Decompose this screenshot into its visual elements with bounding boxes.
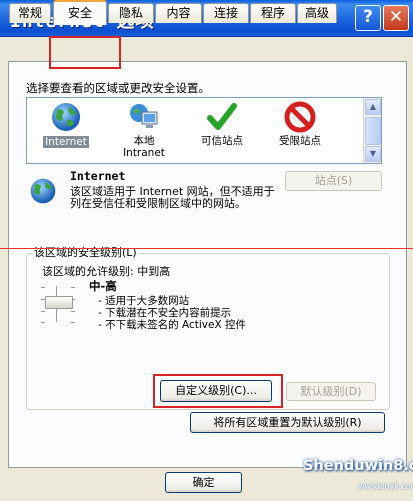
slider-tick xyxy=(71,287,75,288)
help-button[interactable]: ? xyxy=(355,5,381,31)
globe-icon xyxy=(52,103,80,131)
level-name: 中-高 xyxy=(89,279,117,293)
scroll-thumb[interactable] xyxy=(365,117,381,145)
zone-label-line1: 本地 xyxy=(133,135,155,147)
tab-advanced[interactable]: 高级 xyxy=(297,3,337,23)
no-entry-icon xyxy=(284,101,316,133)
level-bullet: - 不下载未签名的 ActiveX 控件 xyxy=(98,319,246,331)
tab-security[interactable]: 安全 xyxy=(53,0,107,25)
zone-restricted-sites[interactable]: 受限站点 xyxy=(261,100,339,160)
default-level-button[interactable]: 默认级别(D) xyxy=(286,382,376,401)
level-bullet: - 适用于大多数网站 xyxy=(98,295,190,307)
zone-internet[interactable]: Internet xyxy=(27,100,105,160)
reset-all-zones-button[interactable]: 将所有区域重置为默认级别(R) xyxy=(190,412,385,433)
level-bullet: - 下载潜在不安全内容前提示 xyxy=(98,307,232,319)
slider-tick xyxy=(41,287,45,288)
close-button[interactable]: ✕ xyxy=(383,5,409,31)
internet-options-dialog: Internet 选项 ? ✕ 常规 安全 隐私 内容 连接 程序 高级 选择要… xyxy=(0,0,413,501)
sites-button[interactable]: 站点(S) xyxy=(285,171,382,191)
zone-list-scrollbar[interactable]: ▲ ▼ xyxy=(363,98,381,163)
ok-button[interactable]: 确定 xyxy=(165,472,242,493)
watermark-subtext: ww.kkinyk.com xyxy=(358,482,413,491)
tab-general[interactable]: 常规 xyxy=(9,3,51,23)
watermark: Shenduwin8.com ww.kkinyk.com xyxy=(300,452,413,498)
tab-connections[interactable]: 连接 xyxy=(203,3,249,23)
tab-programs[interactable]: 程序 xyxy=(250,3,296,23)
allowed-level-text: 该区域的允许级别: 中到高 xyxy=(42,265,171,278)
watermark-text: Shenduwin8.com xyxy=(303,458,413,474)
intranet-computer-icon xyxy=(130,104,158,128)
zones-prompt: 选择要查看的区域或更改安全设置。 xyxy=(26,81,210,95)
slider-tick xyxy=(41,322,45,323)
zone-label-line2: Intranet xyxy=(123,147,165,159)
slider-tick xyxy=(41,311,45,312)
zone-label: Internet xyxy=(43,136,89,148)
tab-content[interactable]: 内容 xyxy=(155,3,202,23)
zone-trusted-sites[interactable]: 可信站点 xyxy=(183,100,261,160)
security-tab-highlight xyxy=(49,36,121,69)
zone-list[interactable]: Internet 本地 Intranet 可信站点 受限站点 ▲ ▼ xyxy=(26,97,382,164)
custom-level-highlight xyxy=(153,374,283,408)
zone-local-intranet[interactable]: 本地 Intranet xyxy=(105,100,183,160)
security-slider-thumb[interactable] xyxy=(45,296,73,309)
tab-privacy[interactable]: 隐私 xyxy=(108,3,154,23)
level-description: - 适用于大多数网站 - 下载潜在不安全内容前提示 - 不下载未签名的 Acti… xyxy=(98,295,246,331)
red-annotation-line xyxy=(0,248,413,249)
zone-label: 可信站点 xyxy=(201,135,243,147)
slider-tick xyxy=(71,322,75,323)
slider-tick xyxy=(71,311,75,312)
globe-icon xyxy=(30,178,56,204)
zone-info-description: 该区域适用于 Internet 网站，但不适用于列在受信任和受限制区域中的网站。 xyxy=(70,185,275,210)
checkmark-icon xyxy=(207,103,237,130)
zone-info-title: Internet xyxy=(70,169,126,183)
scroll-up-arrow-icon[interactable]: ▲ xyxy=(365,99,381,115)
scroll-down-arrow-icon[interactable]: ▼ xyxy=(365,146,381,162)
zone-label: 受限站点 xyxy=(279,135,321,147)
security-level-group-label: 该区域的安全级别(L) xyxy=(32,244,139,260)
